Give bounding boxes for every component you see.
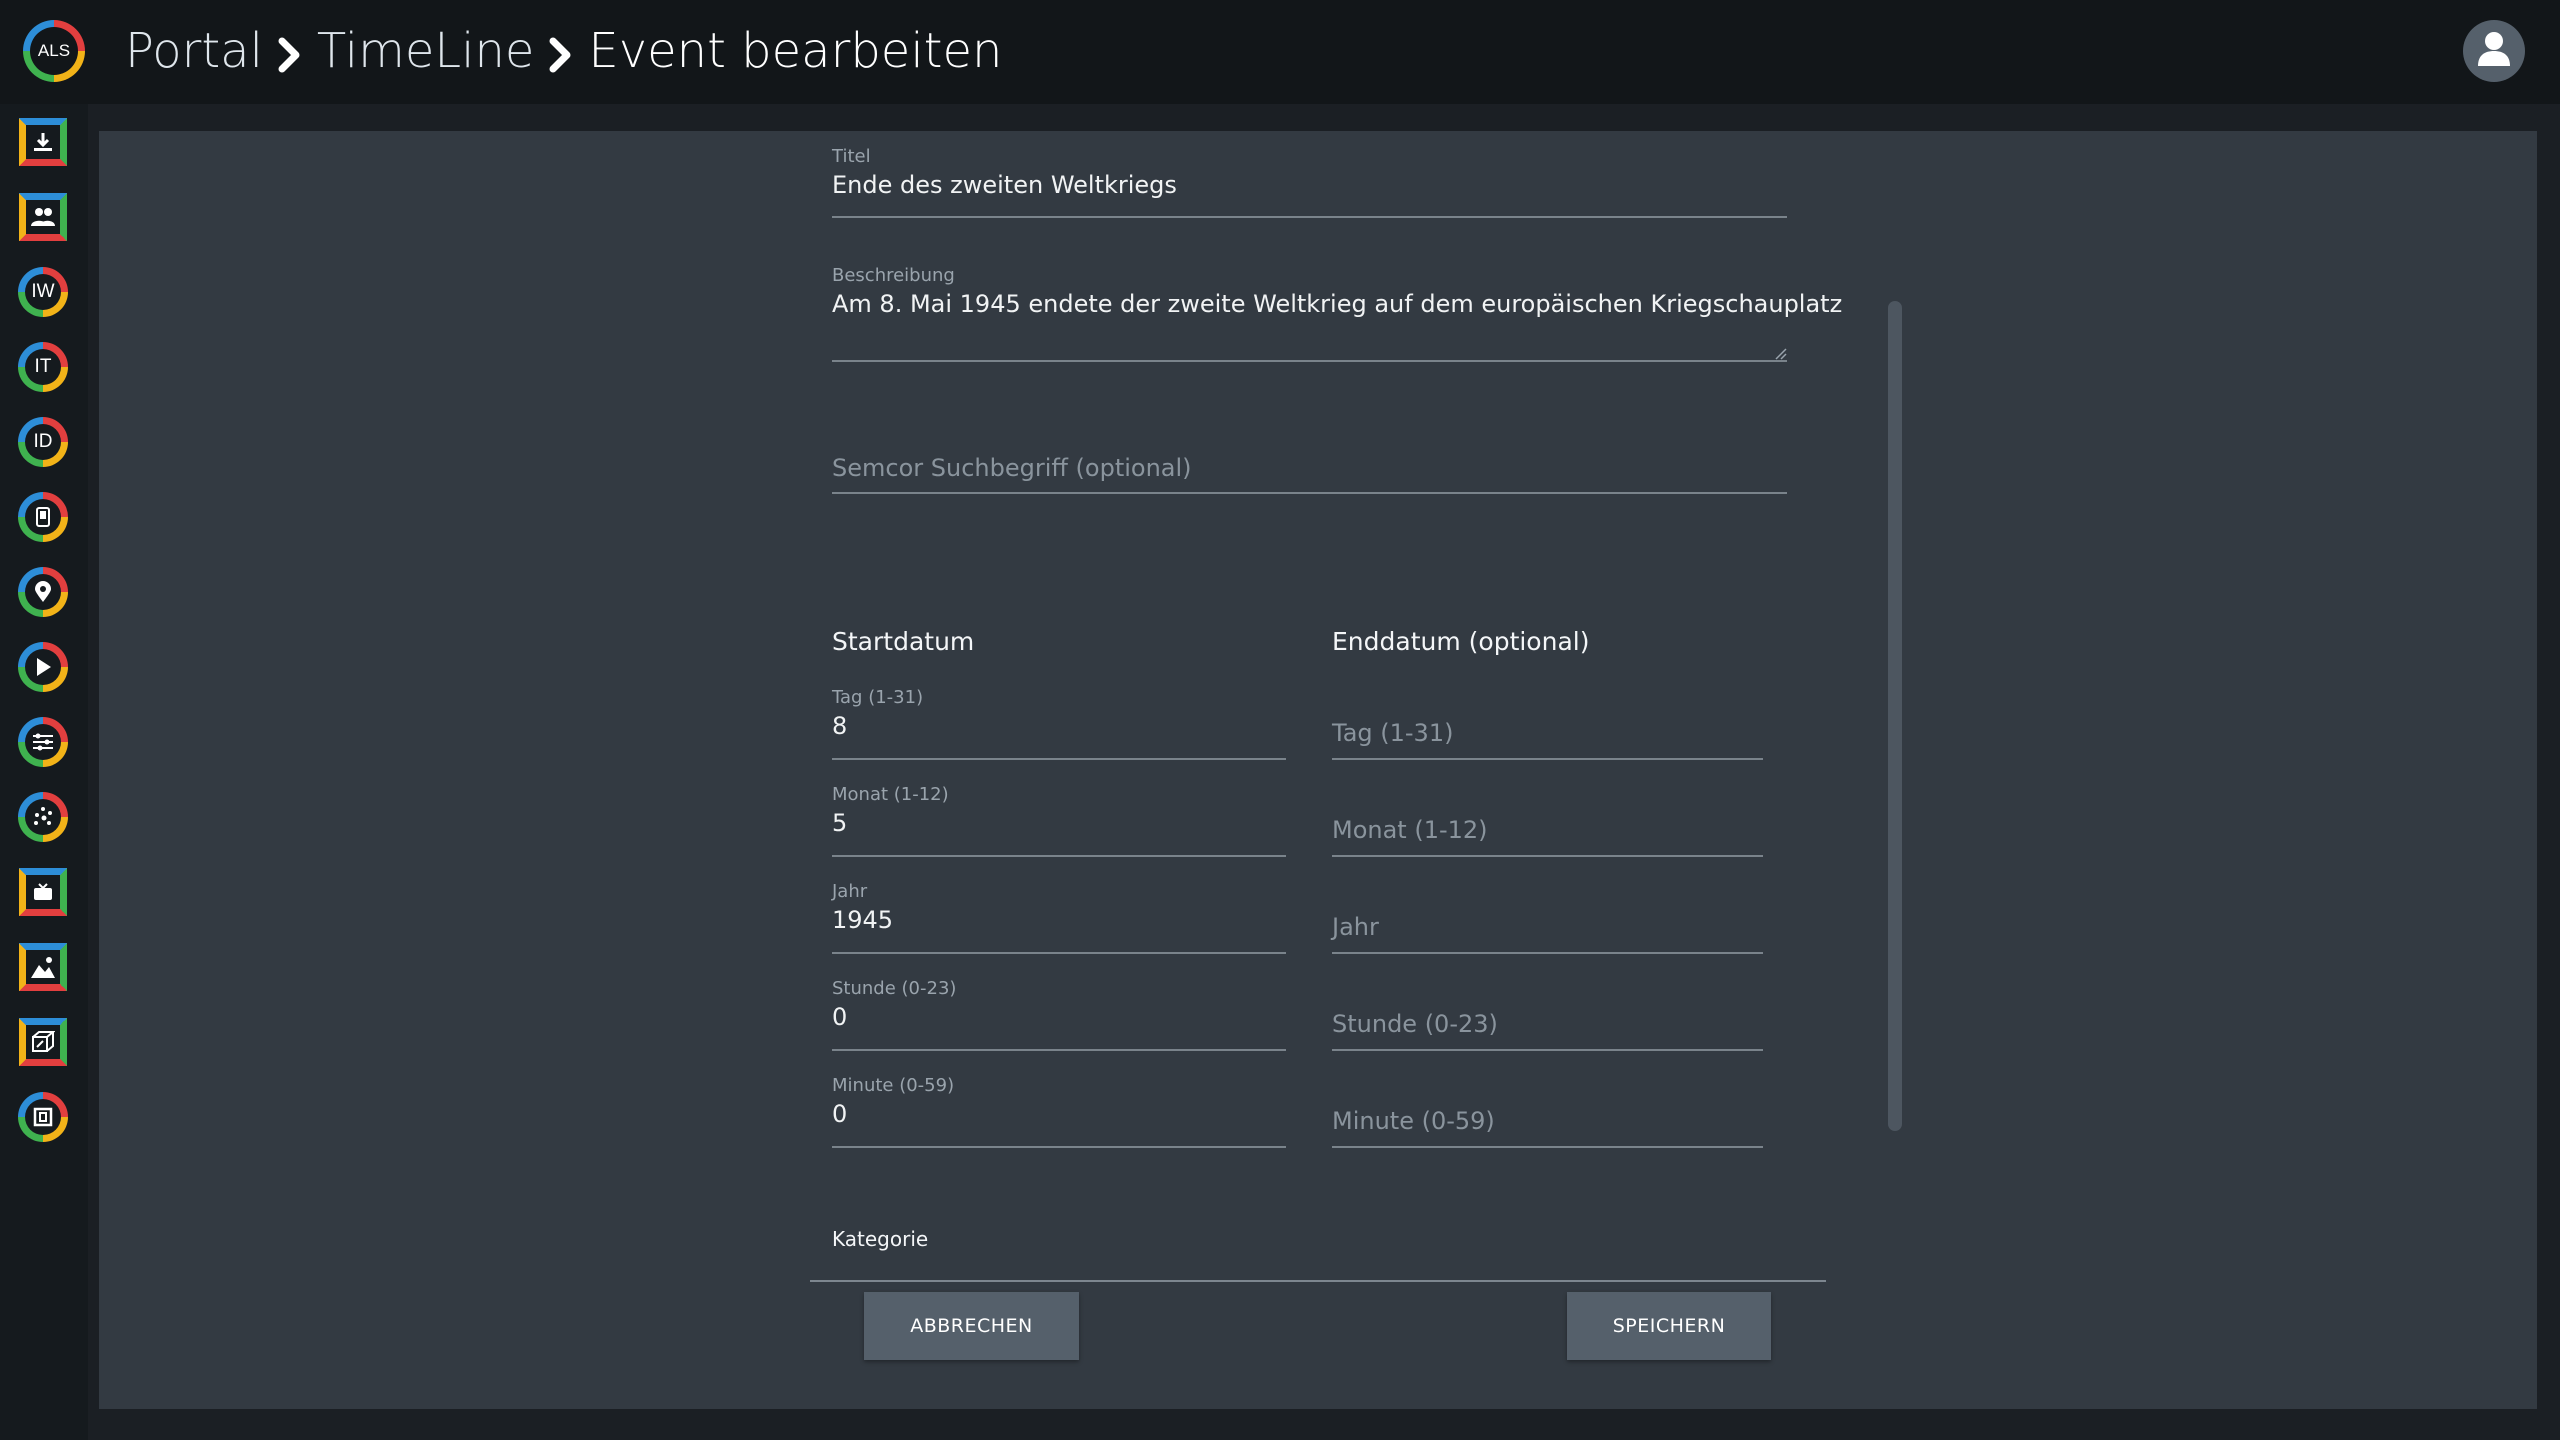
- start-year-label: Jahr: [832, 881, 868, 902]
- end-minute-input[interactable]: Minute (0-59): [1332, 1107, 1763, 1135]
- start-hour-underline: [832, 1049, 1286, 1051]
- description-underline: [832, 360, 1787, 362]
- sidebar-item-iw[interactable]: IW: [18, 267, 68, 317]
- sidebar-item-it[interactable]: IT: [18, 342, 68, 392]
- id-icon: ID: [25, 424, 61, 460]
- title-label: Titel: [832, 146, 871, 167]
- start-hour-label: Stunde (0-23): [832, 978, 957, 999]
- breadcrumb: Portal TimeLine Event bearbeiten: [125, 18, 1002, 84]
- list-settings-icon: [25, 724, 61, 760]
- dots-chart-icon: [25, 799, 61, 835]
- sidebar-item-list-settings[interactable]: [18, 717, 68, 767]
- sidebar-item-frame[interactable]: [18, 1092, 68, 1142]
- end-month-input[interactable]: Monat (1-12): [1332, 816, 1763, 844]
- start-hour-field[interactable]: Stunde (0-23) 0: [832, 978, 1286, 1031]
- cancel-button[interactable]: ABBRECHEN: [864, 1292, 1079, 1360]
- start-year-input[interactable]: 1945: [832, 906, 1286, 934]
- cube-icon: [26, 1025, 60, 1059]
- chevron-right-icon: [544, 31, 578, 73]
- sidebar-item-dots-chart[interactable]: [18, 792, 68, 842]
- sidebar: IW IT ID: [0, 104, 88, 1440]
- sidebar-item-cube[interactable]: [18, 1017, 68, 1067]
- end-day-field[interactable]: Tag (1-31): [1332, 719, 1763, 747]
- end-date-heading: Enddatum (optional): [1332, 627, 1590, 656]
- main-panel: Titel Ende des zweiten Weltkriegs Beschr…: [99, 131, 2537, 1409]
- frame-icon: [25, 1099, 61, 1135]
- title-underline: [832, 216, 1787, 218]
- start-minute-underline: [832, 1146, 1286, 1148]
- end-year-field[interactable]: Jahr: [1332, 913, 1763, 941]
- sidebar-item-play[interactable]: [18, 642, 68, 692]
- description-label: Beschreibung: [832, 265, 955, 286]
- user-icon: [2477, 31, 2511, 71]
- tv-icon: [26, 875, 60, 909]
- people-icon: [26, 200, 60, 234]
- top-bar: ALS Portal TimeLine Event bearbeiten: [0, 0, 2560, 104]
- play-icon: [25, 649, 61, 685]
- sidebar-item-location[interactable]: [18, 567, 68, 617]
- start-month-field[interactable]: Monat (1-12) 5: [832, 784, 1286, 837]
- semcor-search-field[interactable]: Semcor Suchbegriff (optional): [832, 454, 1787, 482]
- start-year-field[interactable]: Jahr 1945: [832, 881, 1286, 934]
- device-icon: [25, 499, 61, 535]
- start-minute-label: Minute (0-59): [832, 1075, 955, 1096]
- end-hour-underline: [1332, 1049, 1763, 1051]
- start-date-heading: Startdatum: [832, 627, 975, 656]
- start-day-field[interactable]: Tag (1-31) 8: [832, 687, 1286, 740]
- save-button[interactable]: SPEICHERN: [1567, 1292, 1771, 1360]
- start-day-input[interactable]: 8: [832, 712, 1286, 740]
- end-day-underline: [1332, 758, 1763, 760]
- it-icon: IT: [25, 349, 61, 385]
- image-icon: [26, 950, 60, 984]
- breadcrumb-portal[interactable]: Portal: [125, 23, 263, 79]
- event-form: Titel Ende des zweiten Weltkriegs Beschr…: [810, 146, 1910, 1258]
- start-month-label: Monat (1-12): [832, 784, 949, 805]
- upload-icon: [26, 125, 60, 159]
- end-day-input[interactable]: Tag (1-31): [1332, 719, 1763, 747]
- end-hour-field[interactable]: Stunde (0-23): [1332, 1010, 1763, 1038]
- footer-divider: [810, 1280, 1826, 1282]
- logo-text: ALS: [30, 27, 78, 75]
- start-minute-input[interactable]: 0: [832, 1100, 1286, 1128]
- sidebar-item-image[interactable]: [18, 942, 68, 992]
- sidebar-item-device[interactable]: [18, 492, 68, 542]
- end-month-underline: [1332, 855, 1763, 857]
- als-logo[interactable]: ALS: [23, 20, 85, 82]
- form-scrollbar[interactable]: [1888, 301, 1902, 1131]
- semcor-search-input[interactable]: Semcor Suchbegriff (optional): [832, 454, 1787, 482]
- description-textarea[interactable]: Am 8. Mai 1945 endete der zweite Weltkri…: [832, 290, 1842, 318]
- title-field[interactable]: Titel Ende des zweiten Weltkriegs: [832, 146, 1787, 199]
- start-month-underline: [832, 855, 1286, 857]
- end-minute-underline: [1332, 1146, 1763, 1148]
- start-year-underline: [832, 952, 1286, 954]
- start-day-underline: [832, 758, 1286, 760]
- end-year-underline: [1332, 952, 1763, 954]
- breadcrumb-current: Event bearbeiten: [588, 23, 1003, 79]
- category-label: Kategorie: [832, 1227, 929, 1251]
- start-month-input[interactable]: 5: [832, 809, 1286, 837]
- start-minute-field[interactable]: Minute (0-59) 0: [832, 1075, 1286, 1128]
- end-month-field[interactable]: Monat (1-12): [1332, 816, 1763, 844]
- sidebar-item-tv[interactable]: [18, 867, 68, 917]
- end-minute-field[interactable]: Minute (0-59): [1332, 1107, 1763, 1135]
- breadcrumb-timeline[interactable]: TimeLine: [317, 23, 535, 79]
- location-pin-icon: [25, 574, 61, 610]
- resize-handle-icon[interactable]: [1773, 345, 1787, 360]
- start-day-label: Tag (1-31): [832, 687, 924, 708]
- sidebar-item-people[interactable]: [18, 192, 68, 242]
- user-avatar-button[interactable]: [2463, 20, 2525, 82]
- end-year-input[interactable]: Jahr: [1332, 913, 1763, 941]
- sidebar-item-id[interactable]: ID: [18, 417, 68, 467]
- sidebar-item-upload[interactable]: [18, 117, 68, 167]
- description-field[interactable]: Beschreibung Am 8. Mai 1945 endete der z…: [832, 265, 1842, 318]
- end-hour-input[interactable]: Stunde (0-23): [1332, 1010, 1763, 1038]
- title-input[interactable]: Ende des zweiten Weltkriegs: [832, 171, 1787, 199]
- iw-icon: IW: [25, 274, 61, 310]
- chevron-right-icon: [273, 31, 307, 73]
- semcor-underline: [832, 492, 1787, 494]
- start-hour-input[interactable]: 0: [832, 1003, 1286, 1031]
